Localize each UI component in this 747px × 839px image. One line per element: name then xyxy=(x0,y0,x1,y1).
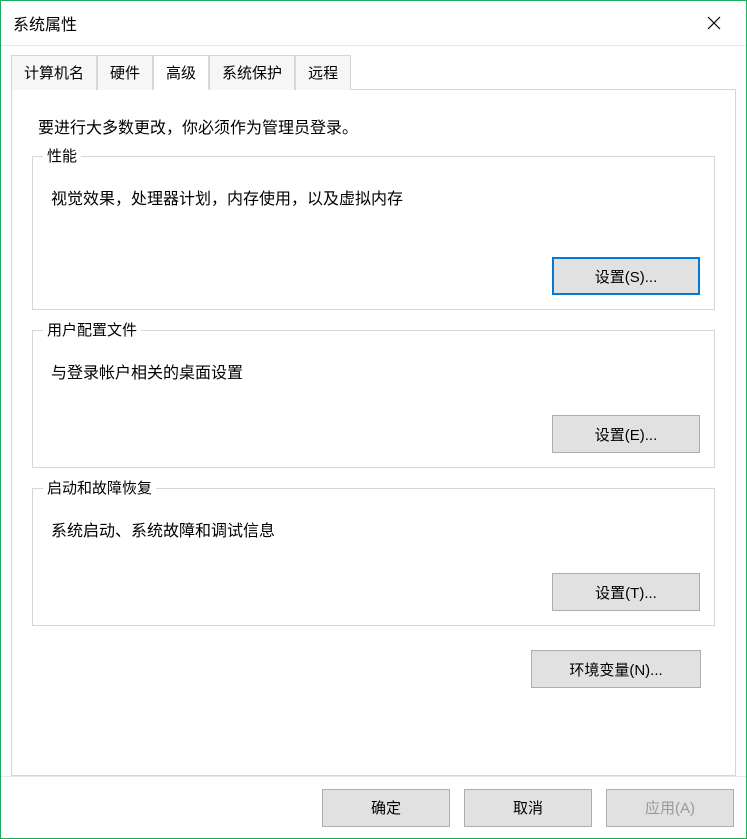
startup-recovery-group-title: 启动和故障恢复 xyxy=(43,477,156,498)
performance-group-title: 性能 xyxy=(43,145,81,166)
cancel-button[interactable]: 取消 xyxy=(464,789,592,827)
user-profiles-group: 用户配置文件 与登录帐户相关的桌面设置 设置(E)... xyxy=(32,330,715,468)
env-var-row: 环境变量(N)... xyxy=(32,650,715,688)
user-profiles-desc: 与登录帐户相关的桌面设置 xyxy=(51,359,700,383)
titlebar: 系统属性 xyxy=(1,1,746,46)
user-profiles-settings-button[interactable]: 设置(E)... xyxy=(552,415,700,453)
environment-variables-button[interactable]: 环境变量(N)... xyxy=(531,650,701,688)
performance-settings-button[interactable]: 设置(S)... xyxy=(552,257,700,295)
performance-group: 性能 视觉效果，处理器计划，内存使用，以及虚拟内存 设置(S)... xyxy=(32,156,715,310)
tab-strip: 计算机名 硬件 高级 系统保护 远程 xyxy=(11,54,736,89)
dialog-footer: 确定 取消 应用(A) xyxy=(1,776,746,838)
tab-computer-name[interactable]: 计算机名 xyxy=(11,55,97,90)
tab-system-protection[interactable]: 系统保护 xyxy=(209,55,295,90)
ok-button[interactable]: 确定 xyxy=(322,789,450,827)
tab-advanced[interactable]: 高级 xyxy=(153,55,209,90)
content-area: 计算机名 硬件 高级 系统保护 远程 要进行大多数更改，你必须作为管理员登录。 … xyxy=(1,46,746,776)
tab-hardware[interactable]: 硬件 xyxy=(97,55,153,90)
admin-notice: 要进行大多数更改，你必须作为管理员登录。 xyxy=(38,114,715,138)
performance-desc: 视觉效果，处理器计划，内存使用，以及虚拟内存 xyxy=(51,185,700,209)
system-properties-window: 系统属性 计算机名 硬件 高级 系统保护 远程 要进行大多数更改，你必须作为管理… xyxy=(0,0,747,839)
user-profiles-group-title: 用户配置文件 xyxy=(43,319,141,340)
close-icon xyxy=(707,16,721,30)
tab-remote[interactable]: 远程 xyxy=(295,55,351,90)
apply-button[interactable]: 应用(A) xyxy=(606,789,734,827)
startup-recovery-group: 启动和故障恢复 系统启动、系统故障和调试信息 设置(T)... xyxy=(32,488,715,626)
startup-recovery-settings-button[interactable]: 设置(T)... xyxy=(552,573,700,611)
advanced-tab-panel: 要进行大多数更改，你必须作为管理员登录。 性能 视觉效果，处理器计划，内存使用，… xyxy=(11,89,736,776)
startup-recovery-desc: 系统启动、系统故障和调试信息 xyxy=(51,517,700,541)
close-button[interactable] xyxy=(690,5,738,41)
window-title: 系统属性 xyxy=(13,11,690,35)
